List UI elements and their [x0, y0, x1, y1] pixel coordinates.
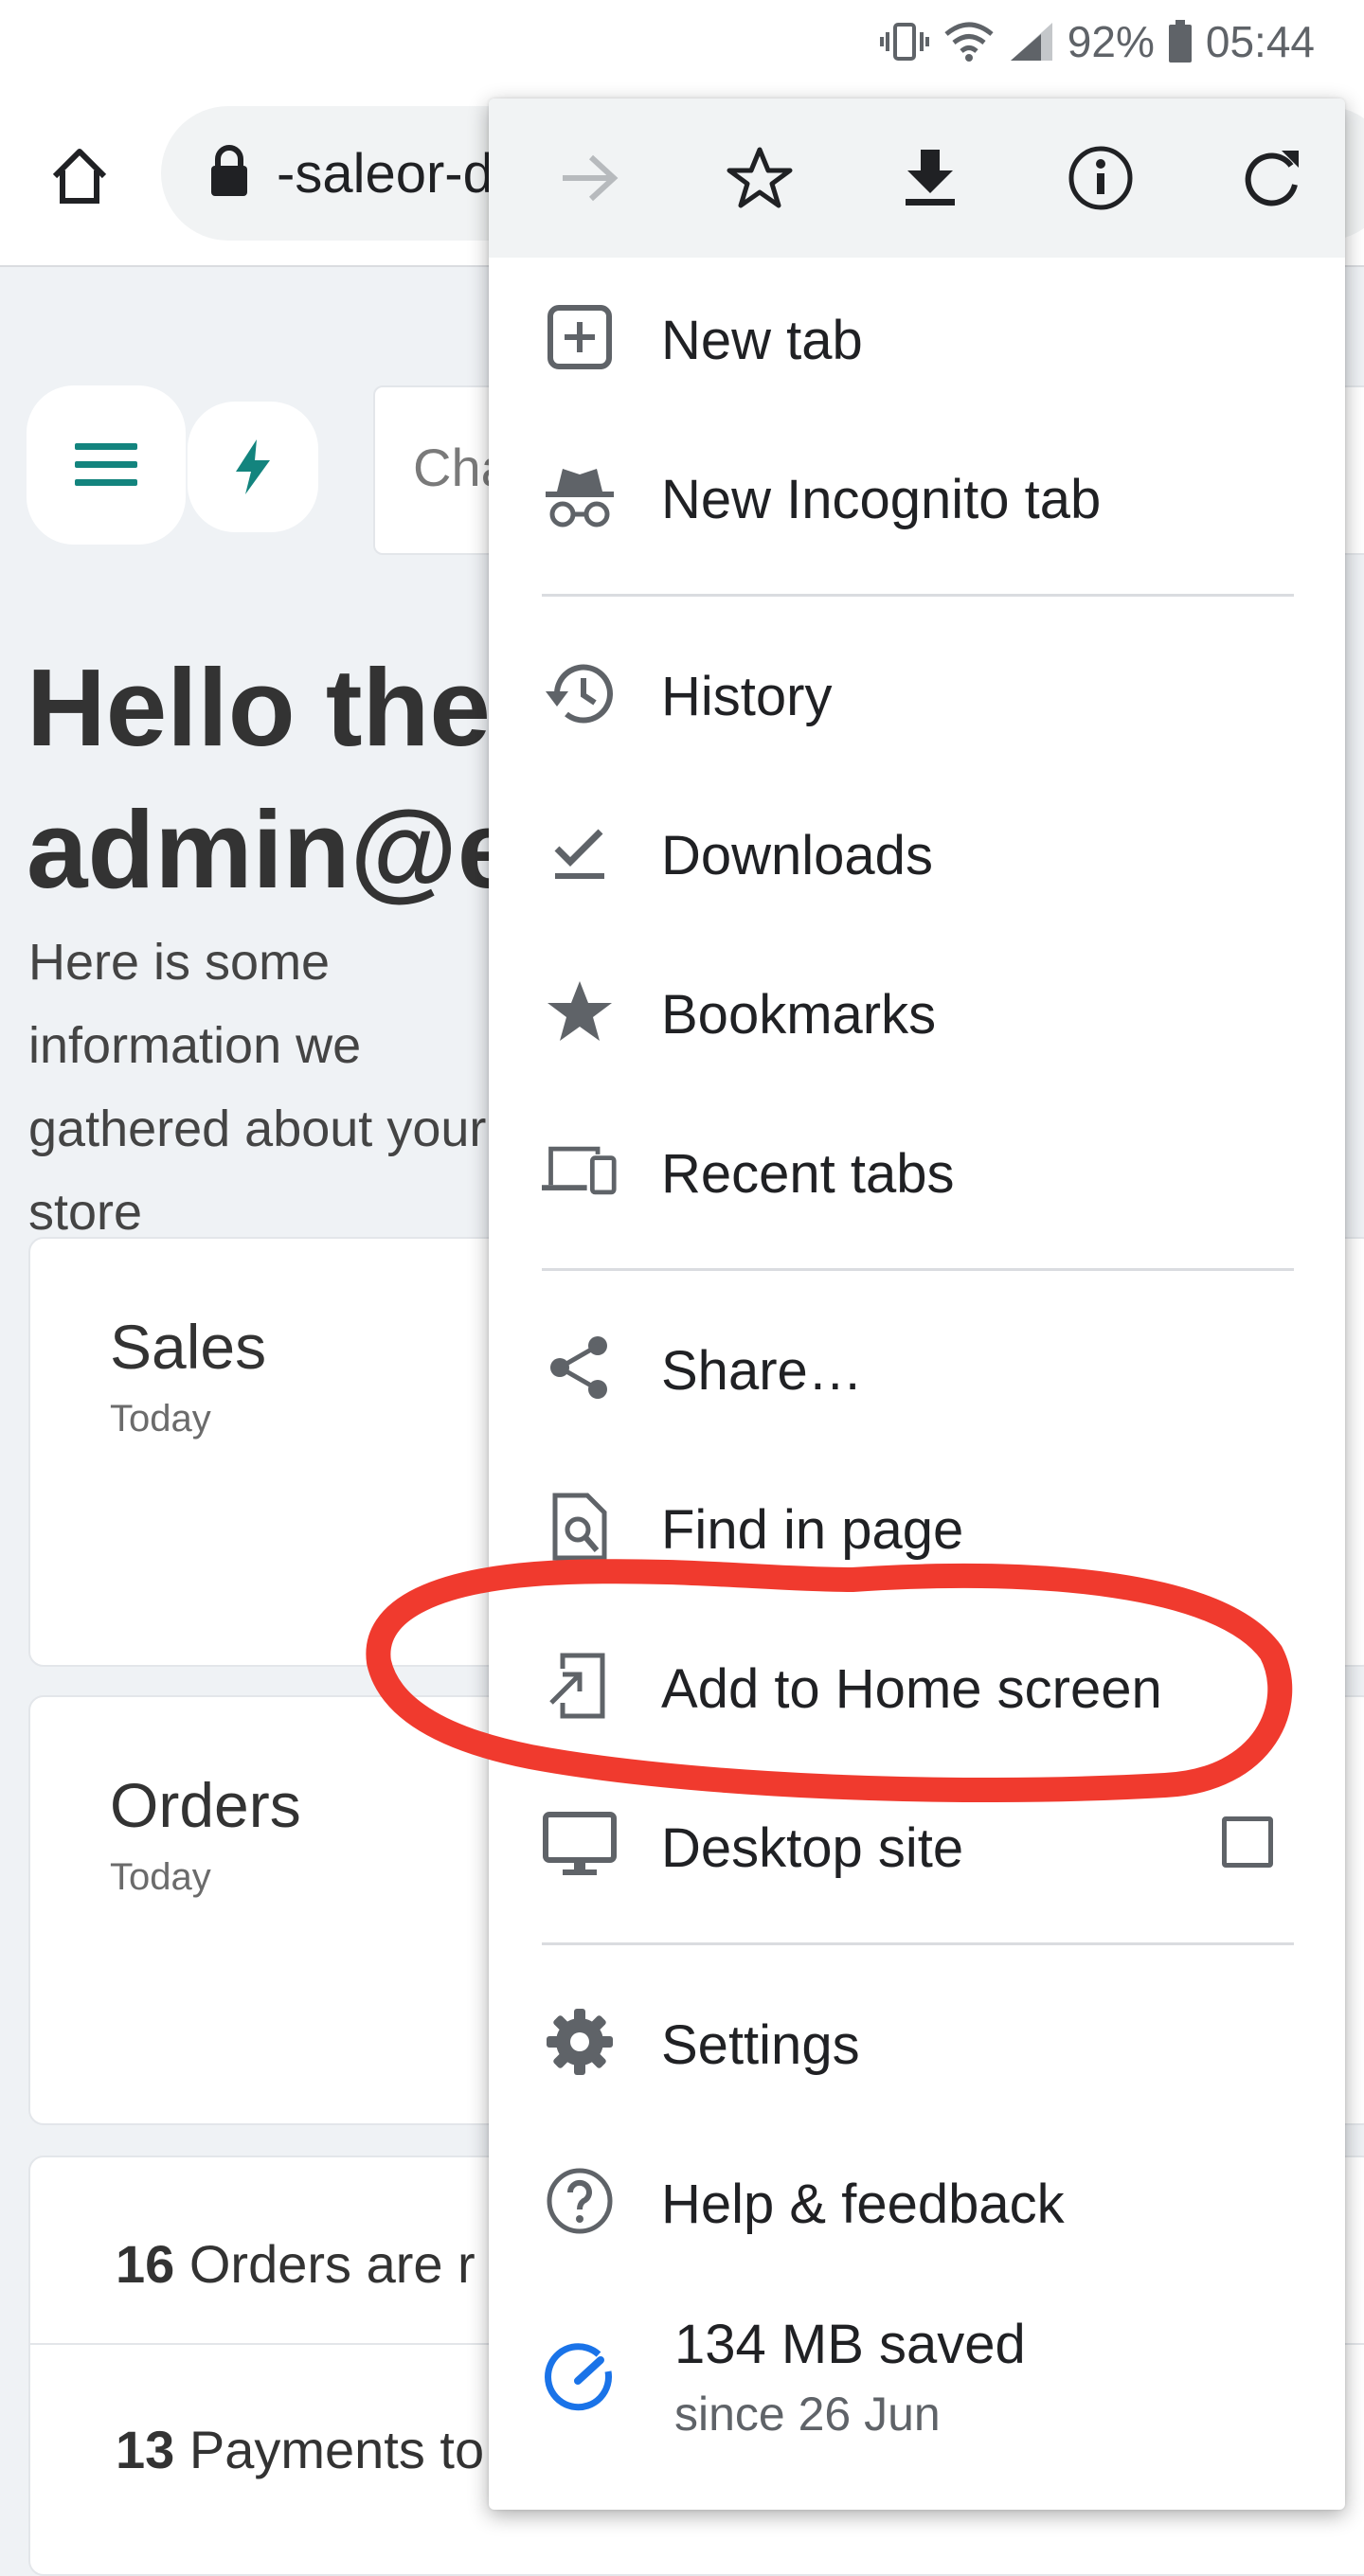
menu-item-history[interactable]: History: [489, 614, 1345, 773]
settings-gear-icon: [542, 2004, 618, 2080]
menu-item-recent-tabs[interactable]: Recent tabs: [489, 1091, 1345, 1250]
forward-button[interactable]: [542, 131, 637, 225]
menu-item-label: New Incognito tab: [661, 469, 1102, 530]
page-subtitle: Here is some information we gathered abo…: [28, 934, 487, 1241]
menu-icon-row: [489, 98, 1345, 258]
menu-item-label: Settings: [661, 2014, 860, 2076]
menu-item-desktop-site[interactable]: Desktop site: [489, 1765, 1345, 1924]
bookmark-star-button[interactable]: [712, 131, 807, 225]
menu-divider: [542, 594, 1294, 597]
menu-item-label: Recent tabs: [661, 1143, 955, 1205]
home-button[interactable]: [42, 138, 117, 214]
menu-divider: [542, 1268, 1294, 1271]
share-icon: [542, 1330, 618, 1405]
browser-overflow-menu: New tab New Incognito tab History Downlo…: [489, 98, 1345, 2510]
vibrate-icon: [879, 21, 929, 63]
menu-item-label: Find in page: [661, 1499, 964, 1561]
menu-toggle-button[interactable]: [27, 385, 186, 545]
notification-payments[interactable]: 13 Payments to: [116, 2419, 484, 2480]
menu-item-new-tab[interactable]: New tab: [489, 258, 1345, 417]
notification-text: Orders are r: [188, 2234, 476, 2294]
help-icon: [542, 2163, 618, 2239]
menu-item-label: New tab: [661, 310, 863, 371]
desktop-site-checkbox[interactable]: [1222, 1816, 1273, 1868]
data-saved-amount: 134 MB saved: [674, 2314, 1026, 2375]
notification-count: 16: [116, 2234, 175, 2294]
card-title: Sales: [110, 1312, 267, 1382]
notification-orders[interactable]: 16 Orders are r: [116, 2233, 476, 2295]
menu-item-label: Downloads: [661, 825, 933, 886]
menu-divider: [542, 1942, 1294, 1945]
download-icon: [906, 150, 955, 206]
devices-icon: [542, 1133, 618, 1208]
menu-item-downloads[interactable]: Downloads: [489, 773, 1345, 932]
data-saver-gauge-icon: [542, 2341, 618, 2417]
notification-text: Payments to: [188, 2420, 485, 2479]
data-saved-since: since 26 Jun: [674, 2388, 941, 2441]
find-in-page-icon: [542, 1489, 618, 1565]
page-info-button[interactable]: [1053, 131, 1148, 225]
menu-item-share[interactable]: Share…: [489, 1288, 1345, 1447]
info-icon: [1068, 146, 1133, 210]
lock-icon: [208, 142, 250, 204]
desktop-icon: [542, 1807, 618, 1883]
add-to-home-icon: [542, 1648, 618, 1724]
menu-item-add-to-home-screen[interactable]: Add to Home screen: [489, 1606, 1345, 1765]
status-bar: 92% 05:44: [0, 0, 1364, 85]
wifi-icon: [942, 21, 996, 63]
menu-item-help-feedback[interactable]: Help & feedback: [489, 2121, 1345, 2281]
menu-item-label: History: [661, 666, 833, 727]
incognito-icon: [542, 458, 618, 534]
card-title: Orders: [110, 1770, 301, 1840]
new-tab-icon: [542, 299, 618, 375]
battery-percent: 92%: [1067, 17, 1155, 66]
reload-button[interactable]: [1224, 131, 1319, 225]
card-subtitle: Today: [110, 1856, 211, 1898]
quick-actions-button[interactable]: [188, 402, 318, 532]
star-filled-icon: [542, 974, 618, 1049]
signal-icon: [1009, 21, 1054, 63]
menu-item-label: Bookmarks: [661, 984, 937, 1046]
menu-item-label: Share…: [661, 1340, 863, 1402]
lightning-icon: [236, 439, 270, 494]
card-subtitle: Today: [110, 1398, 211, 1440]
menu-item-data-saver[interactable]: 134 MB saved since 26 Jun: [489, 2281, 1345, 2470]
menu-item-label: Desktop site: [661, 1817, 964, 1879]
downloads-check-icon: [542, 814, 618, 890]
status-icons: 92% 05:44: [879, 13, 1315, 70]
history-icon: [542, 655, 618, 731]
notification-count: 13: [116, 2420, 175, 2479]
battery-icon: [1168, 20, 1193, 63]
reload-icon: [1245, 151, 1299, 206]
home-icon: [52, 149, 107, 204]
star-outline-icon: [727, 147, 793, 208]
clock: 05:44: [1205, 17, 1315, 66]
menu-item-find-in-page[interactable]: Find in page: [489, 1447, 1345, 1606]
menu-item-label: Help & feedback: [661, 2174, 1065, 2235]
menu-item-settings[interactable]: Settings: [489, 1962, 1345, 2121]
hamburger-icon: [75, 443, 137, 486]
download-button[interactable]: [883, 131, 978, 225]
menu-item-label: Add to Home screen: [661, 1658, 1162, 1720]
forward-arrow-icon: [563, 154, 619, 202]
menu-item-new-incognito-tab[interactable]: New Incognito tab: [489, 417, 1345, 576]
menu-item-bookmarks[interactable]: Bookmarks: [489, 932, 1345, 1091]
